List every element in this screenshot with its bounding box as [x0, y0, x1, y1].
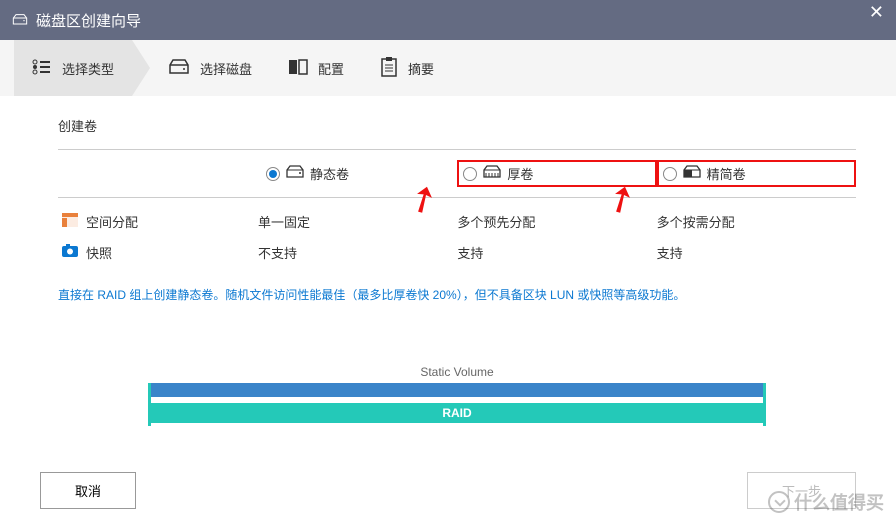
table-cell: 不支持 — [258, 243, 457, 262]
table-cell: 多个按需分配 — [657, 212, 856, 231]
section-title: 创建卷 — [58, 116, 856, 135]
config-icon — [288, 59, 308, 78]
description-text: 直接在 RAID 组上创建静态卷。随机文件访问性能最佳（最多比厚卷快 20%），… — [58, 286, 856, 305]
radio-static-volume[interactable]: 静态卷 — [258, 160, 457, 187]
step-label: 配置 — [318, 59, 344, 78]
step-select-disk[interactable]: 选择磁盘 — [150, 40, 270, 96]
step-summary[interactable]: 摘要 — [362, 40, 452, 96]
step-label: 摘要 — [408, 59, 434, 78]
list-icon — [32, 59, 52, 78]
wizard-steps: 选择类型 选择磁盘 配置 摘要 — [0, 40, 896, 96]
cancel-button[interactable]: 取消 — [40, 472, 136, 509]
table-cell: 多个预先分配 — [457, 212, 656, 231]
disk-icon — [168, 59, 190, 78]
table-cell: 支持 — [457, 243, 656, 262]
disk-stack-icon — [483, 165, 501, 182]
radio-thin-volume[interactable]: 精简卷 — [657, 160, 856, 187]
step-label: 选择类型 — [62, 59, 114, 78]
summary-icon — [380, 57, 398, 80]
radio-label: 精简卷 — [707, 164, 746, 183]
step-label: 选择磁盘 — [200, 59, 252, 78]
row-label: 快照 — [86, 243, 112, 262]
camera-icon — [62, 244, 78, 261]
table-row: 快照 不支持 支持 支持 — [58, 237, 856, 268]
diagram-top-label: Static Volume — [148, 365, 766, 379]
disk-icon — [286, 165, 304, 182]
title-bar: 磁盘区创建向导 ✕ — [0, 0, 896, 40]
watermark: 什么值得买 — [768, 489, 884, 515]
raid-bar: RAID — [151, 403, 763, 423]
watermark-icon — [768, 491, 790, 513]
table-row: 空间分配 单一固定 多个预先分配 多个按需分配 — [58, 206, 856, 237]
radio-icon — [663, 167, 677, 181]
footer: 取消 下一步 — [0, 472, 896, 509]
window-title: 磁盘区创建向导 — [36, 10, 141, 31]
radio-icon — [463, 167, 477, 181]
radio-label: 静态卷 — [310, 164, 349, 183]
content-area: 创建卷 静态卷 厚卷 精简卷 ➚ ➚ — [0, 96, 896, 436]
volume-type-row: 静态卷 厚卷 精简卷 ➚ ➚ — [58, 149, 856, 198]
static-volume-bar — [151, 383, 763, 397]
step-configure[interactable]: 配置 — [270, 40, 362, 96]
table-cell: 支持 — [657, 243, 856, 262]
volume-diagram: Static Volume RAID — [148, 365, 766, 426]
radio-icon — [266, 167, 280, 181]
step-select-type[interactable]: 选择类型 — [14, 40, 132, 96]
radio-label: 厚卷 — [507, 164, 533, 183]
layout-icon — [62, 213, 78, 230]
storage-icon — [12, 13, 28, 27]
close-icon[interactable]: ✕ — [869, 2, 884, 23]
row-label: 空间分配 — [86, 212, 138, 231]
disk-half-icon — [683, 165, 701, 182]
comparison-table: 空间分配 单一固定 多个预先分配 多个按需分配 快照 不支持 支持 支持 — [58, 206, 856, 268]
radio-thick-volume[interactable]: 厚卷 — [457, 160, 656, 187]
table-cell: 单一固定 — [258, 212, 457, 231]
